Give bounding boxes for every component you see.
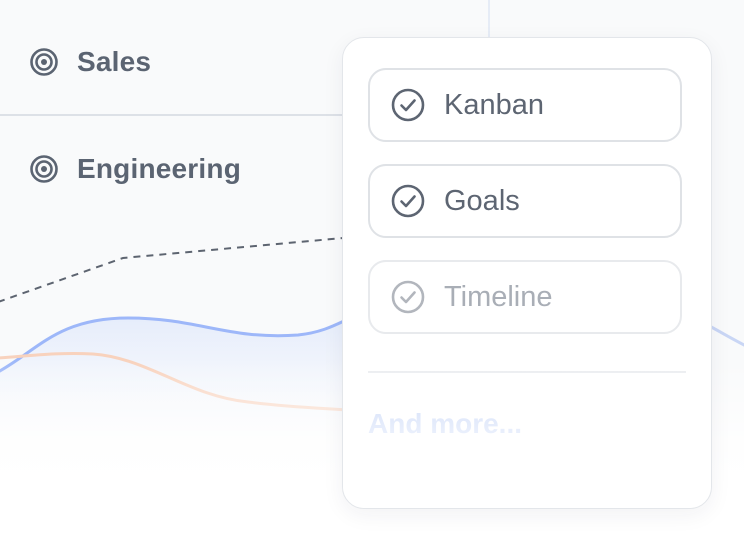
row-label-engineering: Engineering (77, 153, 241, 184)
popup-divider (368, 371, 686, 373)
target-icon (30, 155, 58, 183)
target-icon (30, 48, 58, 76)
and-more-link[interactable]: And more... (368, 408, 522, 440)
check-circle-icon (391, 88, 425, 122)
chart-line-dashed (0, 237, 344, 303)
option-timeline[interactable]: Timeline (368, 260, 682, 334)
chart-area-fill (0, 315, 358, 480)
row-sales[interactable]: Sales (29, 46, 151, 78)
option-kanban[interactable]: Kanban (368, 68, 682, 142)
option-label: Kanban (444, 88, 544, 121)
check-circle-icon (391, 184, 425, 218)
option-label: Goals (444, 184, 520, 217)
option-label: Timeline (444, 280, 553, 313)
row-label-sales: Sales (77, 46, 152, 77)
check-circle-icon (391, 280, 425, 314)
row-engineering[interactable]: Engineering (29, 153, 241, 185)
option-goals[interactable]: Goals (368, 164, 682, 238)
view-options-popup: Kanban Goals Timeline And more... (342, 37, 712, 509)
